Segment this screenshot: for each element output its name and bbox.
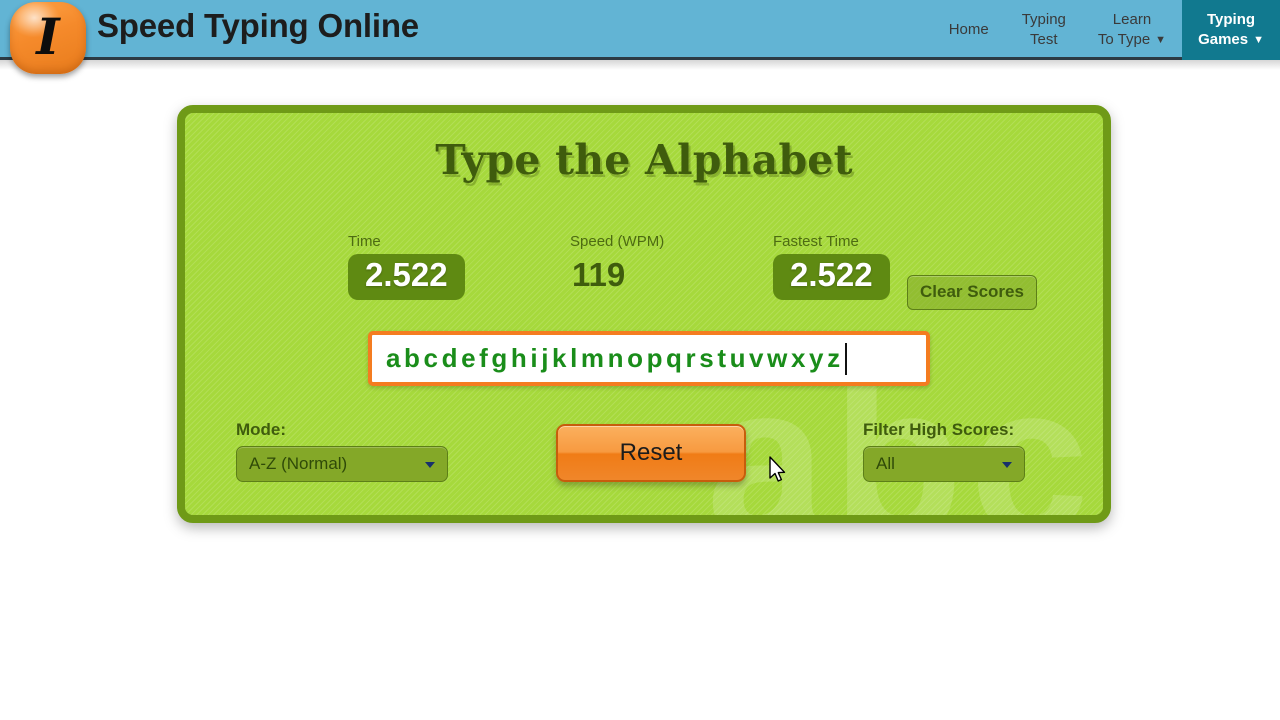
stat-fastest-time: Fastest Time 2.522 xyxy=(773,233,890,300)
mode-select[interactable]: A-Z (Normal) xyxy=(236,446,448,482)
chevron-down-icon: ▼ xyxy=(1253,33,1264,46)
typing-input[interactable]: abcdefghijklmnopqrstuvwxyz xyxy=(368,331,930,386)
filter-high-scores-label: Filter High Scores: xyxy=(863,420,1015,439)
header-shadow xyxy=(0,60,1280,70)
nav-item-typing-games[interactable]: Typing Games ▼ xyxy=(1182,0,1280,60)
stat-time: Time 2.522 xyxy=(348,233,465,300)
stat-speed-label: Speed (WPM) xyxy=(570,233,665,250)
reset-button[interactable]: Reset xyxy=(556,424,746,482)
site-logo-icon[interactable]: I xyxy=(10,2,86,74)
stat-speed: Speed (WPM) 119 xyxy=(570,233,664,300)
filter-high-scores-select[interactable]: All xyxy=(863,446,1025,482)
nav-item-learn-to-type-line2: To Type ▼ xyxy=(1097,30,1167,48)
filter-high-scores-value: All xyxy=(876,454,895,473)
nav-item-learn-to-type[interactable]: Learn To Type ▼ xyxy=(1082,0,1182,60)
nav-item-typing-test-line1: Typing xyxy=(1021,11,1066,28)
nav-item-typing-games-line1: Typing xyxy=(1207,10,1256,28)
nav-item-typing-games-line2: Games ▼ xyxy=(1198,30,1264,48)
stat-fastest-time-value: 2.522 xyxy=(773,254,890,300)
game-panel-inner: abc Type the Alphabet Time 2.522 Speed (… xyxy=(185,113,1103,515)
nav-item-typing-test[interactable]: Typing Test xyxy=(1006,0,1082,60)
stat-fastest-time-label: Fastest Time xyxy=(773,233,859,250)
stat-time-label: Time xyxy=(348,233,381,250)
mode-select-value: A-Z (Normal) xyxy=(249,454,348,473)
chevron-down-icon xyxy=(1002,462,1012,468)
mode-label: Mode: xyxy=(236,420,287,439)
text-caret xyxy=(844,342,847,375)
site-title: Speed Typing Online xyxy=(97,7,419,44)
nav-item-typing-test-line2: Test xyxy=(1030,31,1058,48)
stat-speed-value: 119 xyxy=(572,256,626,293)
main-navigation: Home Typing Test Learn To Type ▼ Typing G… xyxy=(932,0,1280,60)
nav-item-learn-to-type-line1: Learn xyxy=(1112,10,1152,28)
chevron-down-icon: ▼ xyxy=(1155,33,1167,46)
site-header: I Speed Typing Online Home Typing Test L… xyxy=(0,0,1280,74)
logo-glyph: I xyxy=(36,6,60,66)
stat-time-value: 2.522 xyxy=(348,254,465,300)
stats-row: Time 2.522 Speed (WPM) 119 Fastest Time … xyxy=(185,233,1103,313)
page-title: Type the Alphabet xyxy=(435,136,853,184)
clear-scores-button[interactable]: Clear Scores xyxy=(907,275,1037,310)
game-panel: abc Type the Alphabet Time 2.522 Speed (… xyxy=(177,105,1111,523)
nav-item-home[interactable]: Home xyxy=(932,0,1006,60)
mode-control-group: Mode: A-Z (Normal) xyxy=(236,420,448,482)
nav-item-home-label: Home xyxy=(948,21,989,38)
typing-input-value: abcdefghijklmnopqrstuvwxyz xyxy=(386,343,844,373)
filter-control-group: Filter High Scores: All xyxy=(863,420,1025,482)
chevron-down-icon xyxy=(425,462,435,468)
